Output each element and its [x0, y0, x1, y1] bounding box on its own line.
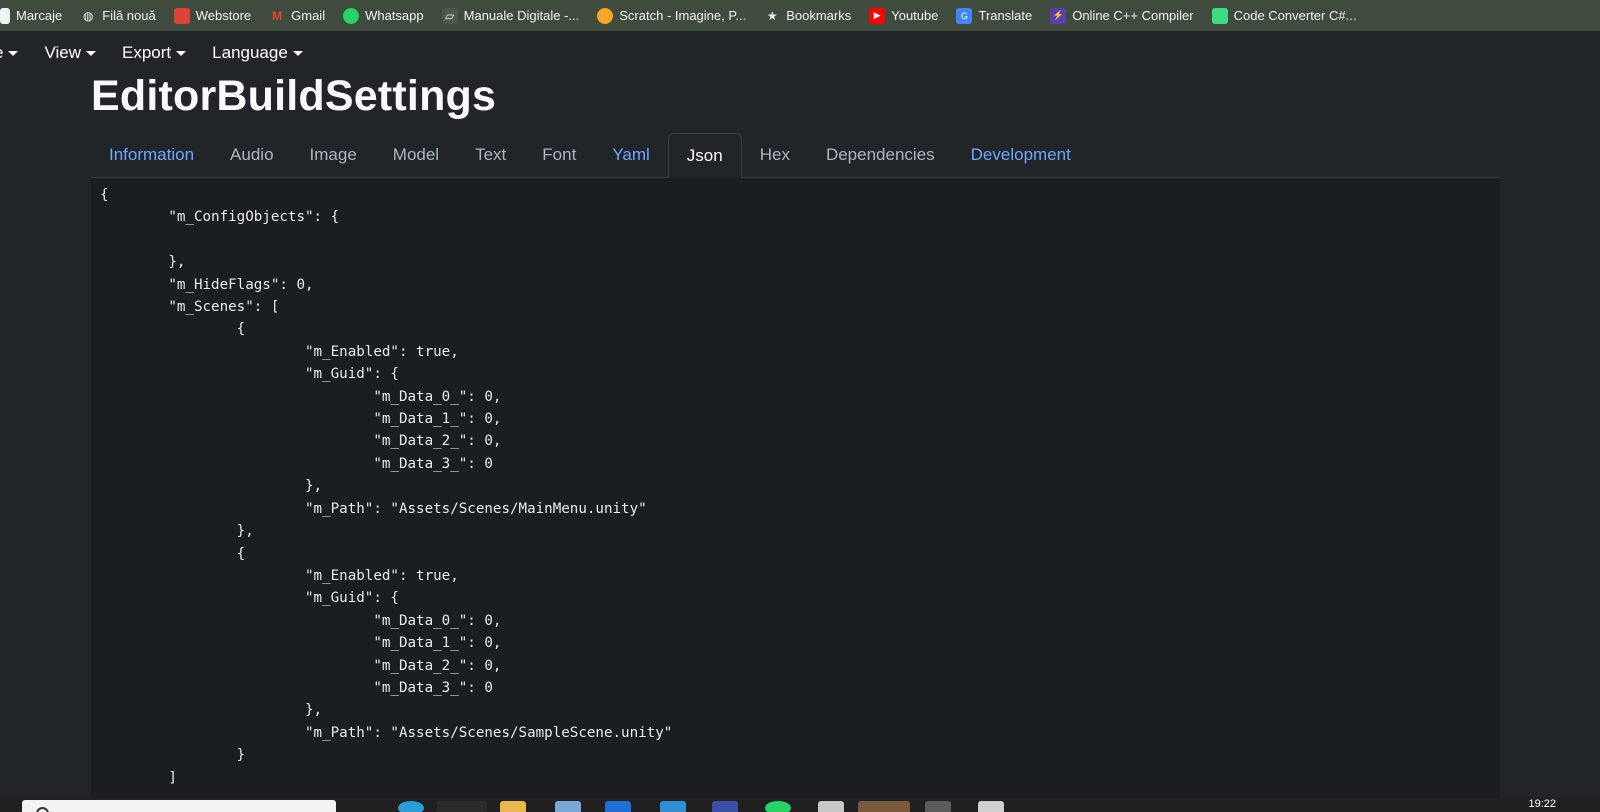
edge-icon[interactable] [398, 801, 424, 812]
bookmark-item[interactable]: Scratch - Imagine, P... [588, 0, 755, 31]
bookmarks-bar: Marcaje ◍ Filă nouă Webstore M Gmail Whatsapp ▱… [0, 0, 1600, 31]
bookmark-label: Code Converter C#... [1233, 8, 1357, 23]
search-icon [36, 807, 49, 812]
tab-bar: Information Audio Image Model Text Font Yaml Js… [91, 133, 1500, 178]
star-icon: ★ [766, 8, 778, 23]
unity-hub-icon[interactable] [925, 801, 951, 812]
tab-font[interactable]: Font [524, 133, 594, 177]
globe-icon: ◍ [83, 8, 94, 23]
bookmark-label: Marcaje [16, 8, 63, 23]
bookmark-item[interactable]: Webstore [165, 0, 260, 31]
tab-yaml[interactable]: Yaml [594, 133, 667, 177]
bookmark-item[interactable]: ▶ Youtube [860, 0, 947, 31]
app-icon[interactable] [978, 801, 1004, 812]
taskbar: 19:22 [0, 798, 1600, 812]
app-icon[interactable] [818, 801, 844, 812]
language-menu-label: Language [212, 43, 288, 62]
chrome-taskbar-button[interactable] [437, 801, 487, 812]
bookmark-label: Gmail [291, 8, 326, 23]
bookmark-item[interactable]: M Gmail [260, 0, 334, 31]
bookmark-item[interactable]: Whatsapp [334, 0, 433, 31]
tab-image[interactable]: Image [292, 133, 375, 177]
whatsapp-icon[interactable] [765, 801, 791, 812]
caret-down-icon [176, 50, 187, 56]
caret-down-icon [86, 50, 97, 56]
tab-information[interactable]: Information [91, 133, 212, 177]
translate-icon: G [956, 7, 973, 24]
language-menu[interactable]: Language [199, 31, 316, 75]
bookmark-label: Scratch - Imagine, P... [619, 8, 747, 23]
caret-down-icon [292, 50, 303, 56]
export-menu[interactable]: Export [109, 31, 199, 75]
bookmark-item[interactable]: Marcaje [0, 0, 71, 31]
app-icon[interactable] [660, 801, 686, 812]
tab-audio[interactable]: Audio [212, 133, 291, 177]
taskbar-clock: 19:22 [1528, 798, 1556, 810]
export-menu-label: Export [122, 43, 172, 62]
bookmark-label: Manuale Digitale -... [463, 8, 580, 23]
file-explorer-icon[interactable] [500, 801, 526, 812]
code-converter-icon [1211, 7, 1228, 24]
bookmark-label: Whatsapp [365, 8, 424, 23]
bookmark-folder-icon [0, 7, 10, 24]
taskbar-search-box[interactable] [22, 800, 336, 812]
bookmark-item[interactable]: ★ Bookmarks [755, 0, 860, 31]
json-viewer[interactable]: { "m_ConfigObjects": { }, "m_HideFlags":… [91, 178, 1500, 798]
bookmark-label: Online C++ Compiler [1072, 8, 1194, 23]
unity-taskbar-button[interactable] [858, 801, 910, 812]
store-icon[interactable] [555, 801, 581, 812]
bookmark-item[interactable]: Code Converter C#... [1203, 0, 1366, 31]
json-code: { "m_ConfigObjects": { }, "m_HideFlags":… [100, 187, 673, 786]
menu-bar: e View Export Language [0, 31, 1600, 75]
bookmark-label: Youtube [891, 8, 939, 23]
manuale-icon: ▱ [441, 7, 458, 24]
tab-json[interactable]: Json [667, 133, 742, 178]
bookmark-item[interactable]: ⚡ Online C++ Compiler [1041, 0, 1202, 31]
bookmark-item[interactable]: ◍ Filă nouă [71, 0, 164, 31]
mail-icon[interactable] [605, 801, 631, 812]
view-menu-label: View [44, 43, 82, 62]
caret-down-icon [8, 50, 19, 56]
gmail-icon: M [272, 8, 283, 23]
app-icon[interactable] [712, 801, 738, 812]
scratch-icon [597, 7, 614, 24]
file-menu-label: e [0, 43, 3, 63]
compiler-icon: ⚡ [1050, 7, 1067, 24]
bookmark-label: Webstore [195, 8, 252, 23]
webstore-icon [173, 7, 190, 24]
tab-model[interactable]: Model [375, 133, 457, 177]
bookmark-label: Bookmarks [786, 8, 852, 23]
tab-dependencies[interactable]: Dependencies [808, 133, 953, 177]
tab-text[interactable]: Text [457, 133, 524, 177]
bookmark-item[interactable]: G Translate [947, 0, 1041, 31]
page-title: EditorBuildSettings [91, 72, 497, 120]
file-menu[interactable]: e [0, 31, 31, 75]
whatsapp-icon [343, 7, 360, 24]
tab-development[interactable]: Development [953, 133, 1089, 177]
bookmark-label: Filă nouă [102, 8, 156, 23]
bookmark-label: Translate [978, 8, 1033, 23]
view-menu[interactable]: View [31, 31, 109, 75]
youtube-icon: ▶ [869, 7, 886, 24]
tab-hex[interactable]: Hex [742, 133, 808, 177]
bookmark-item[interactable]: ▱ Manuale Digitale -... [433, 0, 589, 31]
